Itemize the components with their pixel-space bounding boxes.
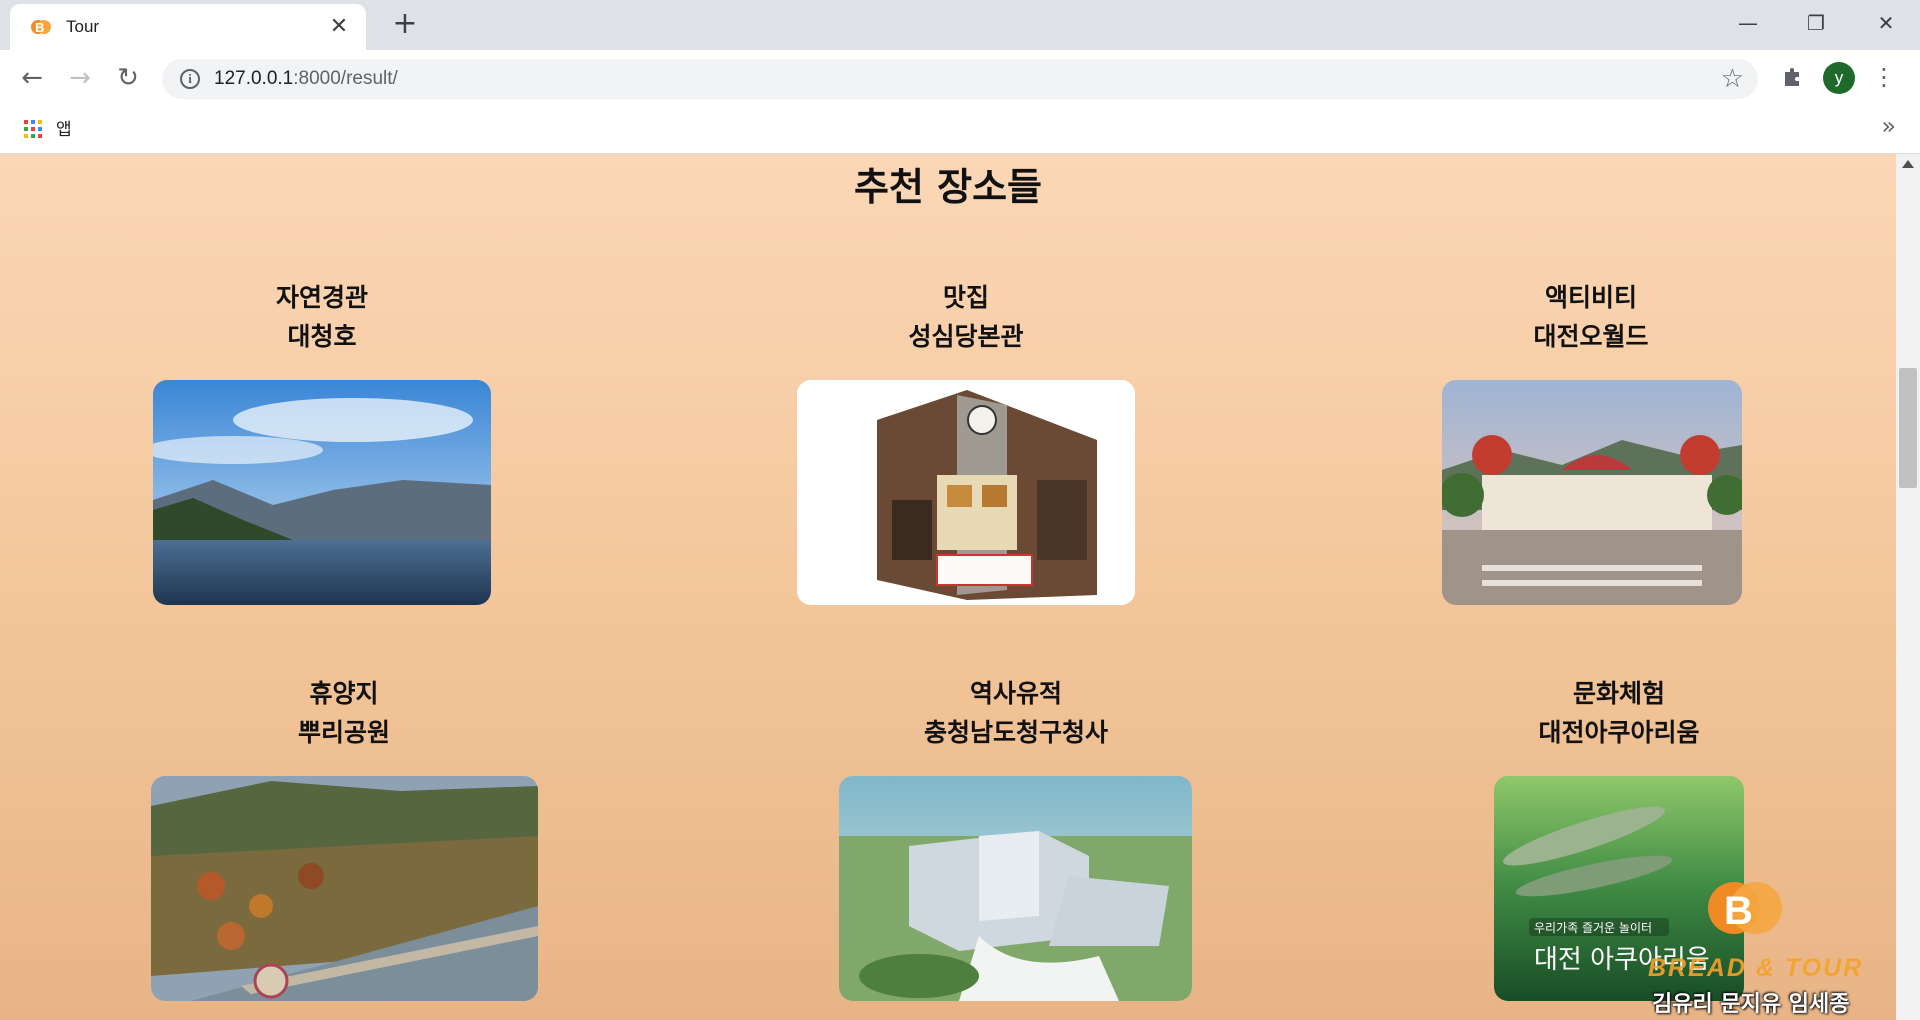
bookmark-star-icon[interactable]: ☆ [1721, 64, 1744, 94]
government-building-photo[interactable] [839, 776, 1192, 1001]
browser-toolbar: ← → ↻ i 127.0.0.1:8000/result/ ☆ y ⋮ [0, 50, 1920, 106]
theme-park-photo[interactable] [1442, 380, 1742, 605]
new-tab-button[interactable]: + [390, 9, 420, 40]
restore-button[interactable]: ❐ [1796, 6, 1836, 40]
card-category: 자연경관 [275, 283, 368, 312]
url-text[interactable]: 127.0.0.1:8000/result/ [214, 68, 398, 90]
place-card: 문화체험 대전아쿠아리움 [1469, 674, 1769, 752]
browser-tabstrip: B Tour ✕ + — ❐ ✕ [0, 0, 1920, 50]
svg-text:B: B [35, 20, 44, 35]
url-path: :8000/result/ [293, 68, 398, 89]
card-category: 액티비티 [1544, 283, 1637, 312]
card-name: 대전아쿠아리움 [1538, 718, 1700, 747]
forward-button[interactable]: → [64, 62, 96, 94]
profile-avatar[interactable]: y [1823, 62, 1855, 94]
favicon-icon: B [31, 20, 51, 35]
logo-emblem-icon: B [1708, 882, 1782, 934]
poster-tagline: 우리가족 즐거운 놀이터 [1534, 921, 1652, 935]
card-name: 뿌리공원 [297, 718, 390, 747]
browser-tab[interactable]: B Tour ✕ [10, 4, 366, 50]
browser-menu-icon[interactable]: ⋮ [1872, 62, 1896, 94]
page-viewport: 추천 장소들 자연경관 대청호 맛집 성심당본관 액티비티 대전오월드 휴양지 … [0, 154, 1896, 1020]
park-aerial-photo[interactable] [151, 776, 538, 1001]
card-name: 대청호 [287, 322, 357, 351]
card-category: 문화체험 [1572, 679, 1665, 708]
card-category: 휴양지 [309, 679, 379, 708]
site-logo: B BREAD & TOUR 김유리 문지유 임세종 [1640, 874, 1890, 1017]
lake-photo[interactable] [153, 380, 491, 605]
svg-text:B: B [1724, 889, 1753, 933]
more-bookmarks-icon[interactable]: » [1881, 112, 1896, 140]
apps-bookmark-label[interactable]: 앱 [56, 115, 72, 140]
logo-authors: 김유리 문지유 임세종 [1652, 992, 1850, 1017]
bookmarks-bar: 앱 » [0, 106, 1920, 154]
logo-brand: BREAD & TOUR [1648, 954, 1864, 982]
back-button[interactable]: ← [16, 62, 48, 94]
place-card: 액티비티 대전오월드 [1441, 278, 1741, 356]
close-tab-icon[interactable]: ✕ [326, 14, 352, 40]
card-name: 성심당본관 [908, 322, 1024, 351]
card-category: 역사유적 [969, 679, 1062, 708]
page-title: 추천 장소들 [853, 165, 1043, 209]
extensions-icon[interactable] [1776, 62, 1808, 94]
page-scrollbar[interactable] [1896, 154, 1920, 1020]
apps-grid-icon[interactable] [24, 120, 42, 138]
place-card: 맛집 성심당본관 [816, 278, 1116, 356]
reload-button[interactable]: ↻ [112, 62, 144, 94]
close-window-button[interactable]: ✕ [1866, 6, 1906, 40]
place-card: 역사유적 충청남도청구청사 [866, 674, 1166, 752]
card-name: 대전오월드 [1533, 322, 1649, 351]
address-bar[interactable]: i 127.0.0.1:8000/result/ ☆ [162, 59, 1758, 99]
minimize-button[interactable]: — [1728, 6, 1768, 40]
card-category: 맛집 [942, 283, 989, 312]
url-host: 127.0.0.1 [214, 68, 294, 89]
bakery-building-photo[interactable] [797, 380, 1135, 605]
card-name: 충청남도청구청사 [923, 718, 1108, 747]
tab-title: Tour [66, 17, 100, 36]
scrollbar-thumb[interactable] [1899, 368, 1917, 488]
scroll-up-arrow-icon[interactable] [1902, 160, 1914, 168]
site-info-icon[interactable]: i [180, 69, 200, 89]
place-card: 휴양지 뿌리공원 [194, 674, 494, 752]
place-card: 자연경관 대청호 [172, 278, 472, 356]
